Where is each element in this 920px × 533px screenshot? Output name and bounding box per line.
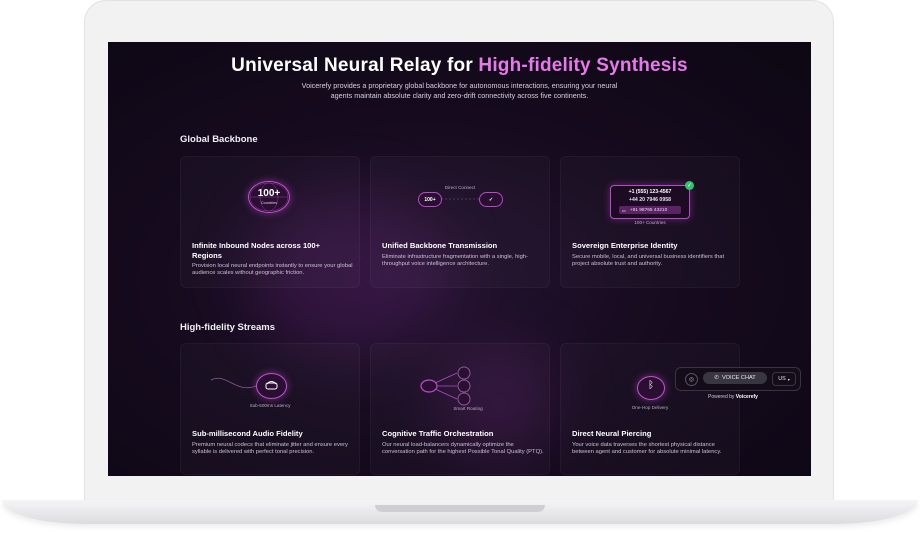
powered-by-prefix: Powered by (708, 394, 736, 400)
card-title: Direct Neural Piercing (572, 429, 652, 438)
card-title: Sovereign Enterprise Identity (572, 241, 678, 250)
card-enterprise-identity: +1 (555) 123-4567 +44 20 7946 0958 ▭ +91… (560, 156, 740, 288)
voice-chat-widget: ◎ ✆ VOICE CHAT US ▾ (675, 367, 801, 391)
card-description: Eliminate infrastructure fragmentation w… (382, 254, 528, 268)
check-icon: ✓ (479, 192, 503, 207)
phone-icon: ✆ (714, 375, 719, 381)
flag-icon: ▭ (622, 207, 626, 213)
laptop-base (2, 500, 918, 524)
card-description: Premium neural codecs that eliminate jit… (192, 442, 348, 456)
verified-check-icon: ✓ (685, 181, 694, 190)
countries-badge-caption: Countries (260, 201, 278, 205)
hero-title-accent: High-fidelity Synthesis (478, 55, 688, 76)
voice-chat-button[interactable]: ✆ VOICE CHAT (703, 372, 767, 384)
powered-by-brand[interactable]: Voicerefy (736, 394, 758, 400)
countries-badge: 100+ Countries (248, 181, 290, 213)
phone-number-highlight: ▭ +91 98765 43210 (619, 206, 681, 214)
hero-subtitle: Voicerefy provides a proprietary global … (301, 81, 618, 100)
phone-number: +91 98765 43210 (629, 207, 668, 213)
hero-title-main: Universal Neural Relay for (231, 55, 479, 76)
card-description: Secure mobile, local, and universal busi… (572, 254, 725, 268)
routing-diagram (420, 366, 471, 406)
phone-number: +44 20 7946 0958 (629, 197, 671, 203)
countries-pill: 100+ (418, 192, 442, 207)
screen: Universal Neural Relay for High-fidelity… (108, 42, 811, 476)
powered-by: Powered by Voicerefy (708, 394, 758, 400)
connection-line (441, 198, 479, 200)
chevron-down-icon: ▾ (787, 376, 790, 382)
phone-number: +1 (555) 123-4567 (628, 189, 672, 195)
card-description: Our neural load-balancers dynamically op… (382, 442, 544, 456)
card-audio-fidelity: Sub-500ms Latency Sub-millisecond Audio … (180, 343, 360, 475)
latency-caption: Sub-500ms Latency (249, 403, 291, 408)
mic-off-icon[interactable]: ◎ (685, 373, 698, 386)
countries-caption: 100+ Countries (634, 220, 666, 225)
section-title-streams: High-fidelity Streams (180, 322, 276, 333)
card-backbone-transmission: Direct Connect 100+ ✓ Unified Backbone T… (370, 156, 550, 288)
headset-icon (256, 373, 287, 399)
hero-title: Universal Neural Relay for High-fidelity… (108, 55, 811, 77)
numbers-panel: +1 (555) 123-4567 +44 20 7946 0958 ▭ +91… (610, 181, 694, 219)
card-neural-piercing: ᛒ One-Hop Delivery Direct Neural Piercin… (560, 343, 740, 475)
card-traffic-orchestration: Smart Routing Cognitive Traffic Orchestr… (370, 343, 550, 475)
card-title: Sub-millisecond Audio Fidelity (192, 429, 303, 438)
language-value: US (778, 376, 786, 382)
language-select[interactable]: US ▾ (772, 372, 796, 386)
card-title: Cognitive Traffic Orchestration (382, 429, 494, 438)
card-title: Infinite Inbound Nodes across 100+ Regio… (192, 241, 321, 260)
voice-chat-label: VOICE CHAT (721, 375, 756, 381)
laptop-notch (375, 505, 545, 512)
routing-caption: Smart Routing (453, 406, 483, 411)
card-inbound-nodes: 100+ Countries Infinite Inbound Nodes ac… (180, 156, 360, 288)
card-description: Provision local neural endpoints instant… (192, 263, 353, 277)
section-title-global-backbone: Global Backbone (180, 134, 258, 145)
countries-badge-value: 100+ (257, 188, 281, 199)
card-description: Your voice data traverses the shortest p… (572, 442, 722, 456)
bluetooth-icon: ᛒ (637, 376, 665, 400)
card-title: Unified Backbone Transmission (382, 241, 498, 250)
delivery-caption: One-Hop Delivery (631, 405, 669, 410)
